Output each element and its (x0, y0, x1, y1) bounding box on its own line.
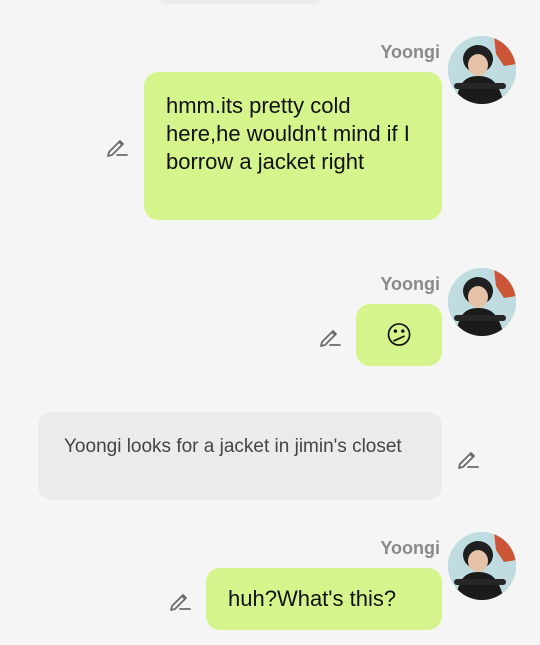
chat-message[interactable]: hmm.its pretty cold here,he wouldn't min… (144, 72, 442, 220)
chat-message[interactable]: huh?What's this? (206, 568, 442, 630)
avatar[interactable] (448, 36, 516, 104)
pencil-edit-icon[interactable] (318, 324, 342, 348)
pencil-edit-icon[interactable] (168, 588, 192, 612)
message-text: huh?What's this? (228, 586, 397, 611)
previous-message-edge (160, 0, 320, 4)
chat-message[interactable]: 😕 (356, 304, 442, 366)
message-text: hmm.its pretty cold here,he wouldn't min… (166, 93, 410, 174)
narration-text: Yoongi looks for a jacket in jimin's clo… (64, 436, 402, 457)
avatar[interactable] (448, 268, 516, 336)
sender-name: Yoongi (380, 274, 440, 294)
sender-name: Yoongi (380, 538, 440, 558)
emoji-confused: 😕 (385, 320, 413, 350)
narration-message[interactable]: Yoongi looks for a jacket in jimin's clo… (38, 412, 442, 500)
pencil-edit-icon[interactable] (105, 134, 129, 158)
sender-name: Yoongi (380, 42, 440, 62)
avatar[interactable] (448, 532, 516, 600)
pencil-edit-icon[interactable] (456, 446, 480, 470)
